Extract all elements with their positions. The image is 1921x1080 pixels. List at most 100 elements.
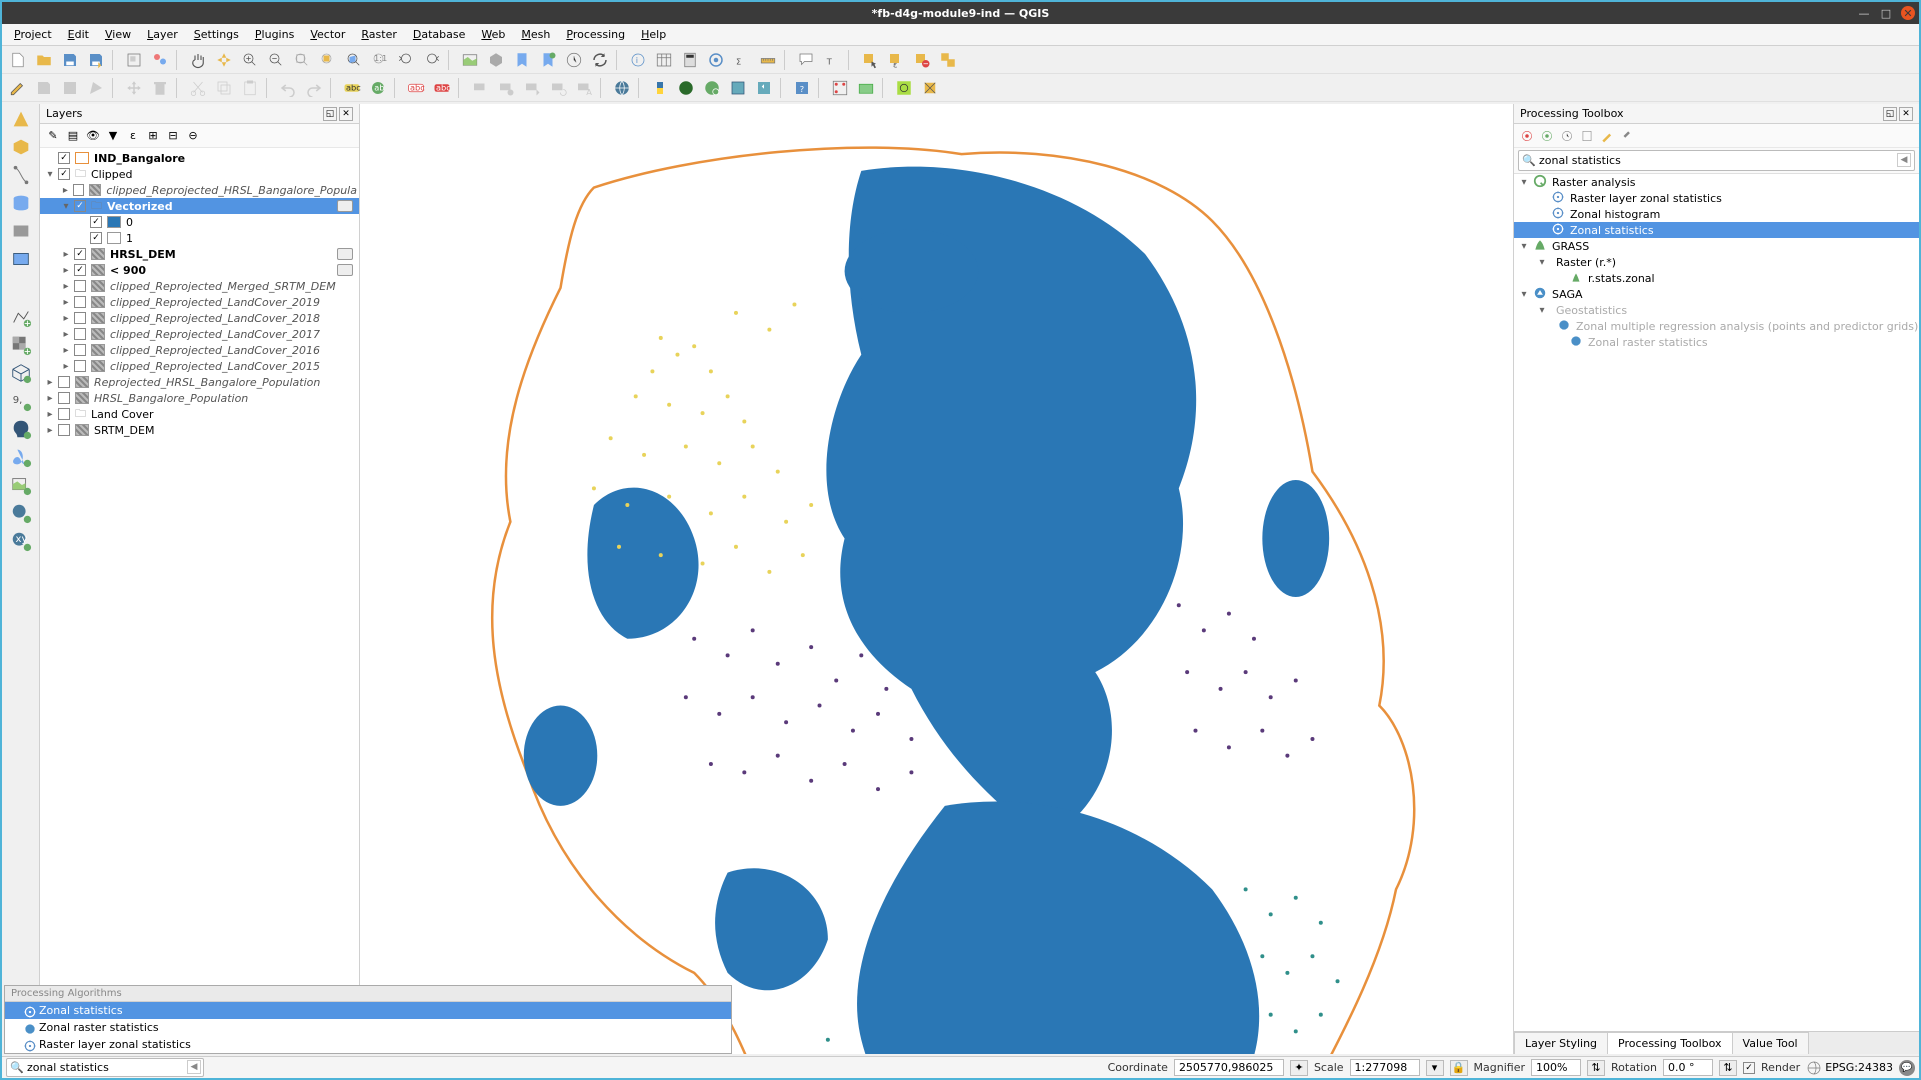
expand-icon[interactable]: ▸ xyxy=(60,297,72,308)
expand-icon[interactable]: ▸ xyxy=(60,185,71,196)
expand-icon[interactable]: ▸ xyxy=(44,425,56,436)
pan-icon[interactable] xyxy=(186,48,210,72)
zoom-native-icon[interactable]: 1:1 xyxy=(368,48,392,72)
visibility-checkbox[interactable] xyxy=(90,216,102,228)
crs-button[interactable]: EPSG:24383 xyxy=(1806,1060,1893,1076)
visibility-checkbox[interactable] xyxy=(74,312,86,324)
maximize-icon[interactable]: □ xyxy=(1879,6,1893,20)
collapse-all-icon[interactable]: ⊟ xyxy=(164,127,182,145)
expand-icon[interactable]: ▸ xyxy=(44,393,56,404)
undo-icon[interactable] xyxy=(276,76,300,100)
refresh-icon[interactable] xyxy=(588,48,612,72)
visibility-checkbox[interactable] xyxy=(58,376,70,388)
style-manager-icon[interactable] xyxy=(148,48,172,72)
visibility-checkbox[interactable] xyxy=(74,328,86,340)
paste-icon[interactable] xyxy=(238,76,262,100)
zoom-in-icon[interactable] xyxy=(238,48,262,72)
edit-pencil-icon[interactable] xyxy=(6,76,30,100)
georef-icon[interactable] xyxy=(828,76,852,100)
layer-row[interactable]: ▸clipped_Reprojected_LandCover_2019 xyxy=(40,294,359,310)
visibility-checkbox[interactable] xyxy=(74,280,86,292)
change-label-icon[interactable]: A xyxy=(572,76,596,100)
select-all-icon[interactable] xyxy=(936,48,960,72)
add-mesh-icon[interactable] xyxy=(7,360,35,386)
menu-database[interactable]: Database xyxy=(405,26,474,43)
show-bookmarks-icon[interactable] xyxy=(536,48,560,72)
visibility-checkbox[interactable] xyxy=(74,248,86,260)
close-panel-icon[interactable]: ✕ xyxy=(339,107,353,121)
save-as-icon[interactable] xyxy=(84,48,108,72)
coordinate-value[interactable]: 2505770,986025 xyxy=(1174,1059,1284,1076)
visibility-checkbox[interactable] xyxy=(58,392,70,404)
layer-row[interactable]: ▾🗀Vectorized xyxy=(40,198,359,214)
layer-row[interactable]: ▸SRTM_DEM xyxy=(40,422,359,438)
rotation-spinner-icon[interactable]: ⇅ xyxy=(1719,1060,1737,1076)
expand-icon[interactable]: ▸ xyxy=(44,377,56,388)
minimize-icon[interactable]: — xyxy=(1857,6,1871,20)
layer-row[interactable]: ▸Reprojected_HRSL_Bangalore_Population xyxy=(40,374,359,390)
attr-paint-icon[interactable] xyxy=(854,76,878,100)
expand-icon[interactable]: ▸ xyxy=(60,265,72,276)
locator-result-item[interactable]: Raster layer zonal statistics xyxy=(5,1036,731,1053)
zoom-to-layer-icon[interactable] xyxy=(342,48,366,72)
menu-settings[interactable]: Settings xyxy=(186,26,247,43)
osm-query-icon[interactable] xyxy=(726,76,750,100)
expand-icon[interactable]: ▾ xyxy=(1518,177,1530,188)
toggle-extents-icon[interactable]: ✦ xyxy=(1290,1060,1308,1076)
add-vector-icon[interactable] xyxy=(7,304,35,330)
processing-tree-row[interactable]: ▾SAGA xyxy=(1514,286,1919,302)
expression-filter-icon[interactable]: ε xyxy=(124,127,142,145)
expand-all-icon[interactable]: ⊞ xyxy=(144,127,162,145)
options-icon[interactable] xyxy=(1618,127,1636,145)
label-single-icon[interactable]: ab xyxy=(366,76,390,100)
processing-tree-row[interactable]: Zonal multiple regression analysis (poin… xyxy=(1514,318,1919,334)
magnifier-value[interactable]: 100% xyxy=(1531,1059,1581,1076)
layer-row[interactable]: ▸HRSL_DEM xyxy=(40,246,359,262)
zoom-to-selection-icon[interactable] xyxy=(316,48,340,72)
expand-icon[interactable]: ▸ xyxy=(44,409,56,420)
new-project-icon[interactable] xyxy=(6,48,30,72)
menu-web[interactable]: Web xyxy=(473,26,513,43)
visibility-checkbox[interactable] xyxy=(74,296,86,308)
undock-processing-icon[interactable]: ◱ xyxy=(1883,107,1897,121)
save-project-icon[interactable] xyxy=(58,48,82,72)
menu-help[interactable]: Help xyxy=(633,26,674,43)
layer-row[interactable]: ▾🗀Clipped xyxy=(40,166,359,182)
scale-value[interactable]: 1:277098 xyxy=(1350,1059,1420,1076)
processing-tree[interactable]: ▾Raster analysisRaster layer zonal stati… xyxy=(1514,174,1919,1031)
remove-layer-icon[interactable]: ⊖ xyxy=(184,127,202,145)
panel-tab[interactable]: Value Tool xyxy=(1732,1032,1809,1054)
locator-result-item[interactable]: Zonal raster statistics xyxy=(5,1019,731,1036)
pin-label-icon[interactable] xyxy=(468,76,492,100)
close-processing-icon[interactable]: ✕ xyxy=(1899,107,1913,121)
menu-vector[interactable]: Vector xyxy=(302,26,353,43)
layer-row[interactable]: ▸< 900 xyxy=(40,262,359,278)
temporal-controller-icon[interactable] xyxy=(562,48,586,72)
panel-tab[interactable]: Layer Styling xyxy=(1514,1032,1608,1054)
expand-icon[interactable]: ▾ xyxy=(1518,241,1530,252)
help-icon[interactable]: ? xyxy=(790,76,814,100)
label-abc-icon[interactable]: abc xyxy=(340,76,364,100)
metasearch-icon[interactable] xyxy=(610,76,634,100)
zoom-out-icon[interactable] xyxy=(264,48,288,72)
layer-row[interactable]: ▸clipped_Reprojected_Merged_SRTM_DEM xyxy=(40,278,359,294)
show-label-icon[interactable] xyxy=(494,76,518,100)
delete-selected-icon[interactable] xyxy=(148,76,172,100)
expand-icon[interactable]: ▸ xyxy=(60,281,72,292)
zoom-full-icon[interactable] xyxy=(290,48,314,72)
value-tool-icon[interactable] xyxy=(892,76,916,100)
layer-row[interactable]: ▸clipped_Reprojected_LandCover_2015 xyxy=(40,358,359,374)
visibility-checkbox[interactable] xyxy=(74,200,86,212)
menu-mesh[interactable]: Mesh xyxy=(513,26,558,43)
scale-dropdown-icon[interactable]: ▾ xyxy=(1426,1060,1444,1076)
layer-row[interactable]: 0 xyxy=(40,214,359,230)
visibility-checkbox[interactable] xyxy=(58,152,70,164)
processing-tree-row[interactable]: r.stats.zonal xyxy=(1514,270,1919,286)
processing-tree-row[interactable]: Zonal raster statistics xyxy=(1514,334,1919,350)
menu-edit[interactable]: Edit xyxy=(60,26,97,43)
add-virtual-layer-icon[interactable] xyxy=(7,472,35,498)
add-xyz-icon[interactable]: xy xyxy=(7,528,35,554)
expand-icon[interactable]: ▾ xyxy=(1518,289,1530,300)
vector-source-icon[interactable] xyxy=(7,106,35,132)
new-geopkg-icon[interactable] xyxy=(7,134,35,160)
